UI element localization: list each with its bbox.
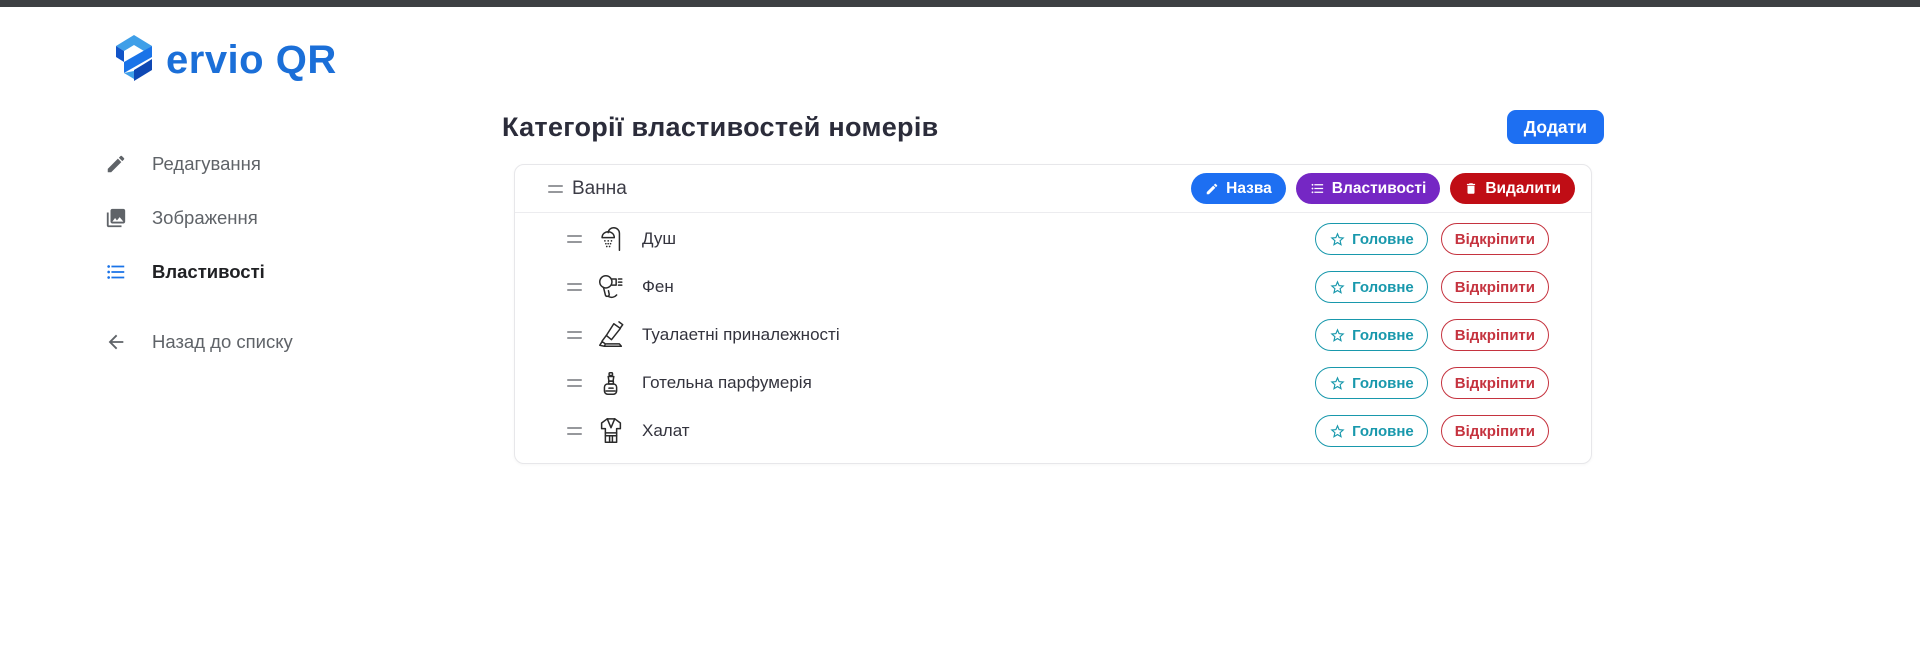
sidebar-item-images[interactable]: Зображення	[104, 203, 293, 233]
drag-handle[interactable]	[548, 185, 563, 193]
property-label: Туалаетні приналежності	[642, 325, 840, 345]
page-title: Категорії властивостей номерів	[502, 112, 939, 143]
property-label: Халат	[642, 421, 690, 441]
property-row: Фен Головне Відкріпити	[515, 263, 1591, 311]
set-primary-button[interactable]: Головне	[1315, 319, 1428, 351]
drag-handle[interactable]	[567, 427, 582, 435]
category-card: Ванна Назва Властивості	[514, 164, 1592, 464]
toiletries-icon	[596, 320, 626, 350]
drag-handle[interactable]	[567, 235, 582, 243]
perfume-icon	[596, 368, 626, 398]
sidebar-item-properties[interactable]: Властивості	[104, 257, 293, 287]
unpin-button[interactable]: Відкріпити	[1441, 415, 1549, 447]
unpin-button[interactable]: Відкріпити	[1441, 223, 1549, 255]
star-icon	[1329, 375, 1346, 392]
star-icon	[1329, 327, 1346, 344]
hairdryer-icon	[596, 272, 626, 302]
property-label: Душ	[642, 229, 676, 249]
arrow-left-icon	[104, 330, 128, 354]
add-button[interactable]: Додати	[1507, 110, 1604, 144]
servio-qr-logo[interactable]: ervio QR	[108, 32, 337, 84]
set-primary-button[interactable]: Головне	[1315, 223, 1428, 255]
star-icon	[1329, 423, 1346, 440]
list-icon	[104, 260, 128, 284]
sidebar-item-label: Назад до списку	[152, 331, 293, 353]
sidebar: Редагування Зображення Властивості Назад…	[104, 149, 293, 357]
property-row: Халат Головне Відкріпити	[515, 407, 1591, 455]
property-row: Душ Головне Відкріпити	[515, 215, 1591, 263]
category-header: Ванна Назва Властивості	[515, 165, 1591, 213]
drag-handle[interactable]	[567, 283, 582, 291]
set-primary-button[interactable]: Головне	[1315, 415, 1428, 447]
set-primary-button[interactable]: Головне	[1315, 367, 1428, 399]
servio-logo-icon	[108, 32, 160, 84]
drag-handle[interactable]	[567, 379, 582, 387]
pencil-icon	[104, 152, 128, 176]
main-content: Категорії властивостей номерів Додати Ва…	[502, 110, 1604, 464]
sidebar-item-back-to-list[interactable]: Назад до списку	[104, 327, 293, 357]
drag-handle[interactable]	[567, 331, 582, 339]
sidebar-item-label: Зображення	[152, 207, 258, 229]
unpin-button[interactable]: Відкріпити	[1441, 367, 1549, 399]
property-row: Готельна парфумерія Головне Відкріпити	[515, 359, 1591, 407]
trash-icon	[1464, 181, 1478, 196]
pencil-icon	[1205, 182, 1219, 196]
star-icon	[1329, 231, 1346, 248]
rename-button[interactable]: Назва	[1191, 173, 1286, 204]
properties-button[interactable]: Властивості	[1296, 173, 1441, 204]
shower-icon	[596, 224, 626, 254]
sidebar-item-label: Редагування	[152, 153, 261, 175]
image-icon	[104, 206, 128, 230]
sidebar-item-edit[interactable]: Редагування	[104, 149, 293, 179]
set-primary-button[interactable]: Головне	[1315, 271, 1428, 303]
category-name: Ванна	[572, 178, 627, 200]
unpin-button[interactable]: Відкріпити	[1441, 271, 1549, 303]
property-label: Фен	[642, 277, 674, 297]
delete-button[interactable]: Видалити	[1450, 173, 1575, 204]
star-icon	[1329, 279, 1346, 296]
property-row: Туалаетні приналежності Головне Відкріпи…	[515, 311, 1591, 359]
property-label: Готельна парфумерія	[642, 373, 812, 393]
top-border-bar	[0, 0, 1920, 7]
list-icon	[1310, 181, 1325, 196]
property-list: Душ Головне Відкріпити	[515, 213, 1591, 463]
logo-text: ervio QR	[166, 36, 337, 80]
bathrobe-icon	[596, 416, 626, 446]
sidebar-item-label: Властивості	[152, 261, 265, 283]
unpin-button[interactable]: Відкріпити	[1441, 319, 1549, 351]
